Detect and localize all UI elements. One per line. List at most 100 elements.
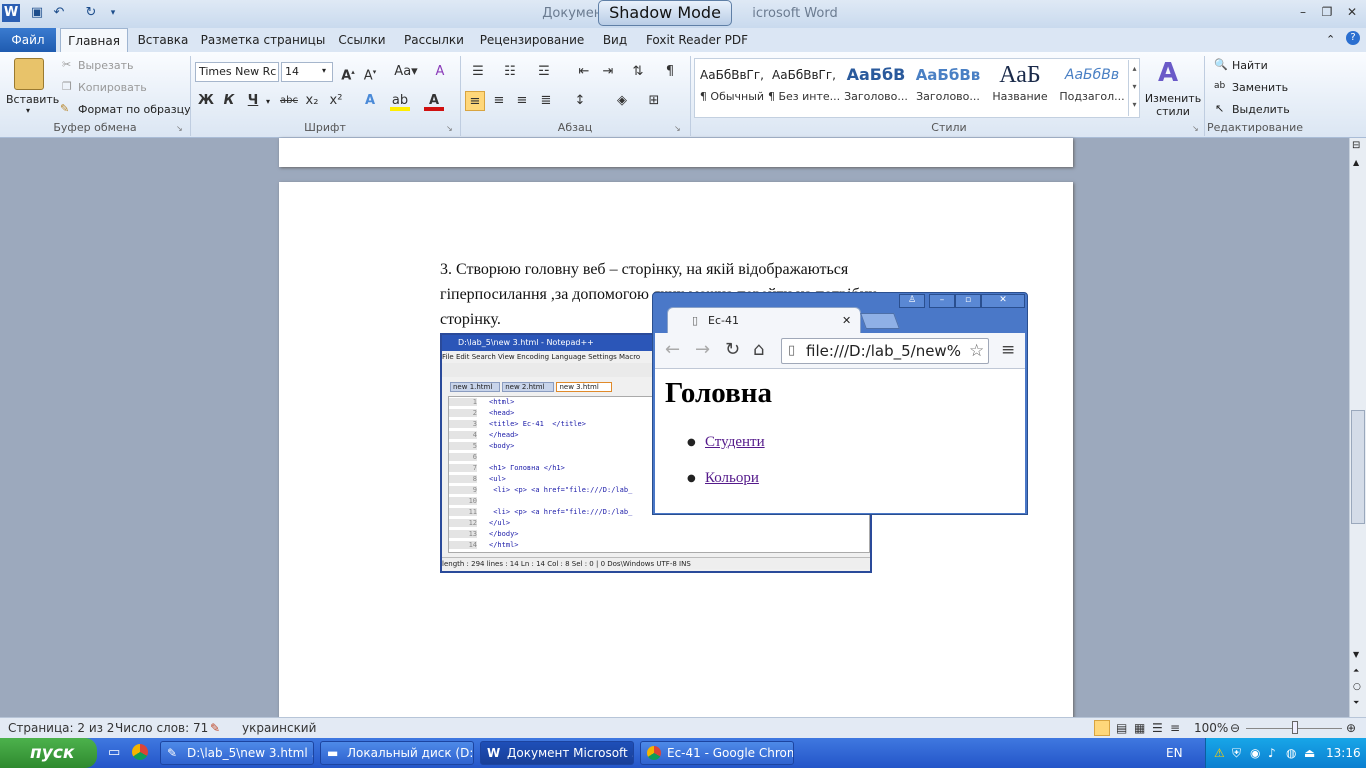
close-button[interactable]: ✕ bbox=[1341, 5, 1363, 21]
chrome-maximize-icon[interactable]: ▫ bbox=[955, 294, 981, 308]
multilevel-list-icon[interactable]: ☲ bbox=[534, 62, 554, 82]
clipboard-launcher-icon[interactable]: ↘ bbox=[176, 124, 183, 133]
grow-font-icon[interactable]: A▴ bbox=[338, 62, 358, 83]
start-button[interactable]: пуск bbox=[0, 738, 97, 768]
scroll-up-icon[interactable]: ▲ bbox=[1353, 158, 1359, 167]
web-layout-icon[interactable]: ▦ bbox=[1134, 718, 1145, 738]
input-language[interactable]: EN bbox=[1166, 746, 1183, 760]
paste-icon[interactable] bbox=[14, 58, 44, 90]
text-effects-icon[interactable]: A bbox=[360, 91, 380, 111]
bullets-icon[interactable]: ☰ bbox=[468, 62, 488, 82]
line-spacing-icon[interactable]: ↕ bbox=[570, 91, 590, 111]
select-button[interactable]: Выделить bbox=[1232, 103, 1290, 116]
copy-button[interactable]: Копировать bbox=[78, 81, 147, 94]
chrome-quicklaunch-icon[interactable] bbox=[132, 744, 148, 760]
italic-button[interactable]: К bbox=[219, 91, 239, 111]
tab-view[interactable]: Вид bbox=[596, 28, 634, 52]
style-subtitle[interactable]: АаБбВв Подзагол... bbox=[1056, 60, 1128, 115]
cut-button[interactable]: Вырезать bbox=[78, 59, 133, 72]
tab-references[interactable]: Ссылки bbox=[332, 28, 392, 52]
chrome-close-icon[interactable]: ✕ bbox=[981, 294, 1025, 308]
vertical-scrollbar[interactable]: ⊟ ▲ ▼ ⏶ ○ ⏷ bbox=[1349, 138, 1366, 717]
subscript-button[interactable]: x₂ bbox=[302, 91, 322, 111]
taskbar-notepad[interactable]: ✎ D:\lab_5\new 3.html ... bbox=[160, 741, 314, 765]
undo-icon[interactable]: ↶ bbox=[50, 4, 68, 22]
forward-icon[interactable]: → bbox=[695, 339, 710, 360]
outline-icon[interactable]: ☰ bbox=[1152, 718, 1163, 738]
prev-page-icon[interactable]: ⏶ bbox=[1353, 666, 1359, 676]
address-bar[interactable]: ▯ file:///D:/lab_5/new% bbox=[781, 338, 989, 364]
chrome-window[interactable]: ♙ – ▫ ✕ ▯ Ес-41 ✕ ← → ↻ ⌂ ▯ file:///D:/l… bbox=[652, 292, 1028, 515]
language-indicator[interactable]: украинский bbox=[242, 718, 316, 738]
new-tab-button[interactable] bbox=[860, 313, 900, 329]
restore-button[interactable]: ❐ bbox=[1316, 5, 1338, 21]
increase-indent-icon[interactable]: ⇥ bbox=[598, 62, 618, 82]
home-icon[interactable]: ⌂ bbox=[753, 339, 764, 360]
zoom-in-icon[interactable]: ⊕ bbox=[1346, 718, 1356, 738]
font-name-input[interactable]: Times New Rc bbox=[195, 62, 279, 82]
network-icon[interactable]: ◍ bbox=[1286, 738, 1296, 768]
link-colors[interactable]: Кольори bbox=[705, 470, 759, 487]
redo-icon[interactable]: ↻ bbox=[82, 4, 100, 22]
menu-icon[interactable]: ≡ bbox=[1001, 340, 1015, 360]
tab-close-icon[interactable]: ✕ bbox=[842, 308, 851, 334]
tab-page-layout[interactable]: Разметка страницы bbox=[200, 28, 326, 52]
page-count[interactable]: Страница: 2 из 2 bbox=[8, 718, 114, 738]
style-title[interactable]: АаБ Название bbox=[984, 60, 1056, 115]
zoom-out-icon[interactable]: ⊖ bbox=[1230, 718, 1240, 738]
minimize-button[interactable]: – bbox=[1292, 5, 1314, 21]
next-page-icon[interactable]: ⏷ bbox=[1353, 698, 1359, 708]
reload-icon[interactable]: ↻ bbox=[725, 339, 740, 360]
style-heading-2[interactable]: АаБбВв Заголово... bbox=[912, 60, 984, 115]
help-icon[interactable]: ? bbox=[1346, 31, 1360, 45]
align-left-icon[interactable]: ≡ bbox=[465, 91, 485, 111]
tab-file[interactable]: Файл bbox=[0, 28, 56, 52]
underline-button[interactable]: Ч bbox=[243, 91, 263, 111]
tab-mailings[interactable]: Рассылки bbox=[398, 28, 470, 52]
collapse-ribbon-icon[interactable]: ⌃ bbox=[1326, 33, 1335, 46]
change-case-icon[interactable]: Aa▾ bbox=[392, 62, 420, 82]
back-icon[interactable]: ← bbox=[665, 339, 680, 360]
clock[interactable]: 13:16 bbox=[1326, 738, 1361, 768]
scroll-down-icon[interactable]: ▼ bbox=[1353, 650, 1359, 659]
style-heading-1[interactable]: АаБбВ Заголово... bbox=[840, 60, 912, 115]
show-desktop-icon[interactable]: ▭ bbox=[108, 745, 120, 760]
tab-foxit[interactable]: Foxit Reader PDF bbox=[644, 28, 750, 52]
word-app-icon[interactable]: W bbox=[2, 4, 20, 22]
tab-insert[interactable]: Вставка bbox=[132, 28, 194, 52]
antivirus-icon[interactable]: ◉ bbox=[1250, 738, 1260, 768]
proofing-icon[interactable]: ✎ bbox=[210, 718, 220, 738]
style-no-spacing[interactable]: АаБбВвГг, ¶ Без инте... bbox=[768, 60, 840, 115]
sort-icon[interactable]: ⇅ bbox=[628, 62, 648, 82]
highlight-icon[interactable]: ab bbox=[390, 91, 410, 111]
font-color-icon[interactable]: A bbox=[424, 91, 444, 111]
paragraph-launcher-icon[interactable]: ↘ bbox=[674, 124, 681, 133]
link-students[interactable]: Студенти bbox=[705, 434, 765, 451]
volume-icon[interactable]: ♪ bbox=[1268, 738, 1276, 768]
taskbar-word[interactable]: W Документ Microsoft ... bbox=[480, 741, 634, 765]
draft-icon[interactable]: ≡ bbox=[1170, 718, 1180, 738]
zoom-level[interactable]: 100% bbox=[1194, 718, 1228, 738]
bold-button[interactable]: Ж bbox=[196, 91, 216, 111]
zoom-slider-handle[interactable] bbox=[1292, 721, 1298, 734]
superscript-button[interactable]: x² bbox=[326, 91, 346, 111]
shrink-font-icon[interactable]: A▾ bbox=[360, 62, 380, 83]
paste-dropdown-icon[interactable]: ▾ bbox=[26, 106, 30, 115]
customize-quick-access-icon[interactable]: ▾ bbox=[104, 4, 122, 22]
clear-formatting-icon[interactable]: A bbox=[430, 62, 450, 82]
borders-icon[interactable]: ⊞ bbox=[644, 91, 664, 111]
numbering-icon[interactable]: ☷ bbox=[500, 62, 520, 82]
show-formatting-icon[interactable]: ¶ bbox=[660, 62, 680, 82]
change-styles-button[interactable]: Изменить стили bbox=[1144, 92, 1202, 118]
styles-scroll[interactable]: ▴ ▾ ▾ bbox=[1128, 60, 1140, 116]
taskbar-explorer[interactable]: ▬ Локальный диск (D:) bbox=[320, 741, 474, 765]
warning-icon[interactable]: ⚠ bbox=[1214, 738, 1225, 768]
find-button[interactable]: Найти bbox=[1232, 59, 1268, 72]
justify-icon[interactable]: ≣ bbox=[536, 91, 556, 111]
underline-dropdown-icon[interactable]: ▾ bbox=[266, 97, 270, 106]
print-layout-icon[interactable] bbox=[1094, 720, 1110, 736]
shield-icon[interactable]: ⛨ bbox=[1232, 738, 1241, 768]
shading-icon[interactable]: ◈ bbox=[612, 91, 632, 111]
chrome-minimize-icon[interactable]: – bbox=[929, 294, 955, 308]
strikethrough-button[interactable]: abc bbox=[278, 91, 300, 111]
